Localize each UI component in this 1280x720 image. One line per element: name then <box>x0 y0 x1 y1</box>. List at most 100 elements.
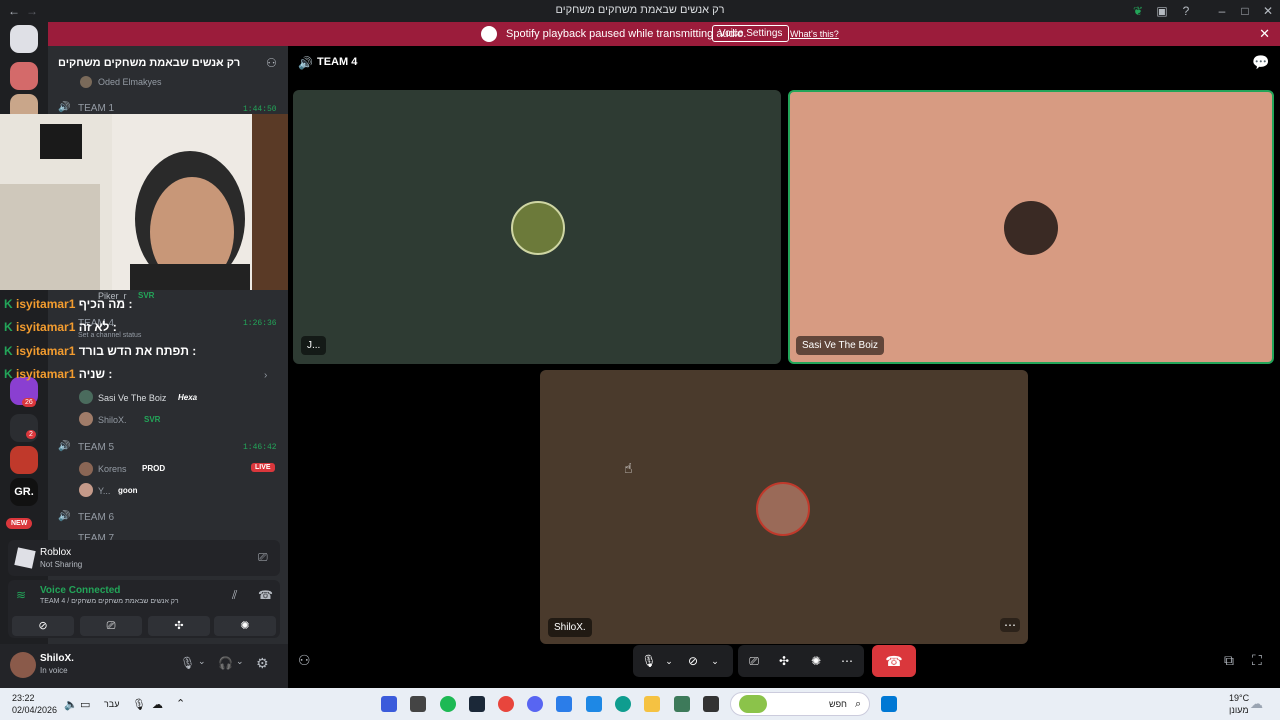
camera-off-icon[interactable]: ⊘ <box>685 653 701 669</box>
whats-this-link[interactable]: What's this? <box>790 29 839 39</box>
leaf-icon[interactable]: ❦ <box>1130 3 1146 19</box>
voice-stage: 🔊 TEAM 4 💬 J... Sasi Ve The Boiz ShiloX.… <box>288 46 1280 688</box>
volume-icon[interactable]: 🔈 <box>64 698 78 711</box>
username[interactable]: ShiloX. <box>40 653 74 664</box>
noise-suppression-icon[interactable]: ⫽ <box>232 588 237 603</box>
app-icon[interactable] <box>410 696 426 712</box>
headphones-icon[interactable]: 🎧 <box>218 656 233 670</box>
chat-text: מה הכיף : <box>78 297 133 311</box>
app-icon[interactable] <box>381 696 397 712</box>
search-placeholder: חפש <box>829 699 847 709</box>
clock-time[interactable]: 23:22 <box>12 693 35 703</box>
signal-icon[interactable]: ≋ <box>16 588 26 602</box>
speaker-icon: 🔊 <box>58 102 71 113</box>
inbox-icon[interactable]: ▣ <box>1154 3 1170 19</box>
microphone-tray-icon[interactable]: 🎙 <box>132 698 146 711</box>
spotify-banner: Spotify playback paused while transmitti… <box>48 22 1280 46</box>
voice-settings-button[interactable]: Voice Settings <box>712 25 790 42</box>
voice-user[interactable]: Y... <box>98 486 110 496</box>
chat-username: isyitamar1 <box>16 344 76 358</box>
spotify-taskbar-icon[interactable] <box>440 696 456 712</box>
app-icon[interactable] <box>556 696 572 712</box>
home-server-icon[interactable] <box>10 25 38 53</box>
activity-status: Not Sharing <box>40 560 83 569</box>
soundboard-button[interactable]: ✺ <box>214 616 276 636</box>
language-indicator[interactable]: עבר <box>104 699 119 709</box>
close-window-button[interactable]: ✕ <box>1260 3 1276 19</box>
steam-icon[interactable] <box>469 696 485 712</box>
help-icon[interactable]: ? <box>1178 3 1194 19</box>
voice-user[interactable]: Sasi Ve The Boiz <box>98 393 166 403</box>
share-screen-icon[interactable]: ⎚ <box>258 550 268 565</box>
voice-connected-status[interactable]: Voice Connected <box>40 585 120 596</box>
activities-icon[interactable]: ✣ <box>776 653 792 669</box>
maximize-button[interactable]: □ <box>1237 3 1253 19</box>
share-screen-icon[interactable]: ⎚ <box>746 653 762 669</box>
app-icon[interactable] <box>674 696 690 712</box>
popout-icon[interactable]: ⧉ <box>1224 652 1234 669</box>
microphone-icon[interactable]: 🎙 <box>641 653 657 669</box>
more-options-icon[interactable]: ⋯ <box>1000 618 1020 632</box>
speaker-icon: 🔊 <box>58 441 71 452</box>
voice-user[interactable]: Korens <box>98 464 127 474</box>
windows-taskbar: 23:22 02/04/2026 🔈 ▭ עבר 🎙 ☁ ⌃ חפש ⌕ 19°… <box>0 688 1280 720</box>
chevron-down-icon[interactable]: ⌄ <box>661 653 677 669</box>
tray-icon[interactable]: ☁ <box>152 698 163 711</box>
server-icon[interactable] <box>10 62 38 90</box>
minimize-button[interactable]: – <box>1214 3 1230 19</box>
share-screen-button[interactable]: ⎚ <box>80 616 142 636</box>
chevron-down-icon[interactable]: ⌄ <box>236 656 244 667</box>
chevron-down-icon[interactable]: ⌄ <box>707 653 723 669</box>
chat-icon[interactable]: 💬 <box>1252 54 1269 71</box>
camera-off-button[interactable]: ⊘ <box>12 616 74 636</box>
gear-icon[interactable]: ⚙ <box>256 655 269 672</box>
activities-button[interactable]: ✣ <box>148 616 210 636</box>
tile-name: J... <box>301 336 327 355</box>
invite-icon[interactable]: ⚇ <box>298 652 311 669</box>
video-tile[interactable]: Sasi Ve The Boiz <box>788 90 1274 364</box>
fullscreen-icon[interactable]: ⛶ <box>1252 652 1262 669</box>
discord-icon[interactable] <box>527 696 543 712</box>
server-name[interactable]: רק אנשים שבאמת משחקים משחקים <box>58 57 240 69</box>
chevron-down-icon[interactable]: ⌄ <box>214 57 222 68</box>
start-button[interactable] <box>881 696 897 712</box>
more-icon[interactable]: ⋯ <box>839 653 855 669</box>
gr-server-icon[interactable]: GR. <box>10 478 38 506</box>
close-banner-icon[interactable]: ✕ <box>1259 26 1270 42</box>
search-box[interactable]: חפש ⌕ <box>730 692 870 716</box>
avatar[interactable] <box>10 652 36 678</box>
video-tile[interactable]: J... <box>293 90 781 364</box>
live-badge: LIVE <box>251 463 275 472</box>
disconnect-icon[interactable]: ☎ <box>258 588 273 602</box>
chevron-up-icon[interactable]: ⌃ <box>176 697 185 710</box>
network-icon[interactable]: ▭ <box>80 698 90 711</box>
channel-timer: 1:44:50 <box>243 105 277 114</box>
channel-timer: 1:26:36 <box>243 319 277 328</box>
voice-channel-team5[interactable]: TEAM 5 <box>78 442 114 453</box>
server-icon[interactable] <box>10 446 38 474</box>
voice-user[interactable]: Oded Elmakyes <box>98 77 162 87</box>
store-icon[interactable] <box>586 696 602 712</box>
voice-channel-path[interactable]: TEAM 4 / רק אנשים שבאמת משחקים משחקים <box>40 598 179 605</box>
terminal-icon[interactable] <box>703 696 719 712</box>
add-user-icon[interactable]: ⚇ <box>266 56 277 70</box>
soundboard-icon[interactable]: ✺ <box>808 653 824 669</box>
video-tile[interactable]: ShiloX. ⋯ ☝ <box>540 370 1028 644</box>
microphone-icon[interactable]: 🎙 <box>180 656 195 670</box>
chat-text: תפתח את הדש בורד : <box>78 344 197 358</box>
voice-channel-team6[interactable]: TEAM 6 <box>78 512 114 523</box>
activity-panel: Roblox Not Sharing ⎚ <box>8 540 280 576</box>
channel-timer: 1:46:42 <box>243 443 277 452</box>
voice-channel-team1[interactable]: TEAM 1 <box>78 103 114 114</box>
voice-user[interactable]: ShiloX. <box>98 415 127 425</box>
file-explorer-icon[interactable] <box>644 696 660 712</box>
clock-date[interactable]: 02/04/2026 <box>12 705 57 715</box>
edge-icon[interactable] <box>615 696 631 712</box>
weather-desc[interactable]: מעונן <box>1229 705 1249 715</box>
chevron-right-icon[interactable]: › <box>264 370 267 381</box>
leave-call-button[interactable]: ☎ <box>872 645 916 677</box>
chat-check-icon: K <box>4 367 13 381</box>
chrome-icon[interactable] <box>498 696 514 712</box>
chevron-down-icon[interactable]: ⌄ <box>198 656 206 667</box>
weather-temp[interactable]: 19°C <box>1229 693 1249 703</box>
